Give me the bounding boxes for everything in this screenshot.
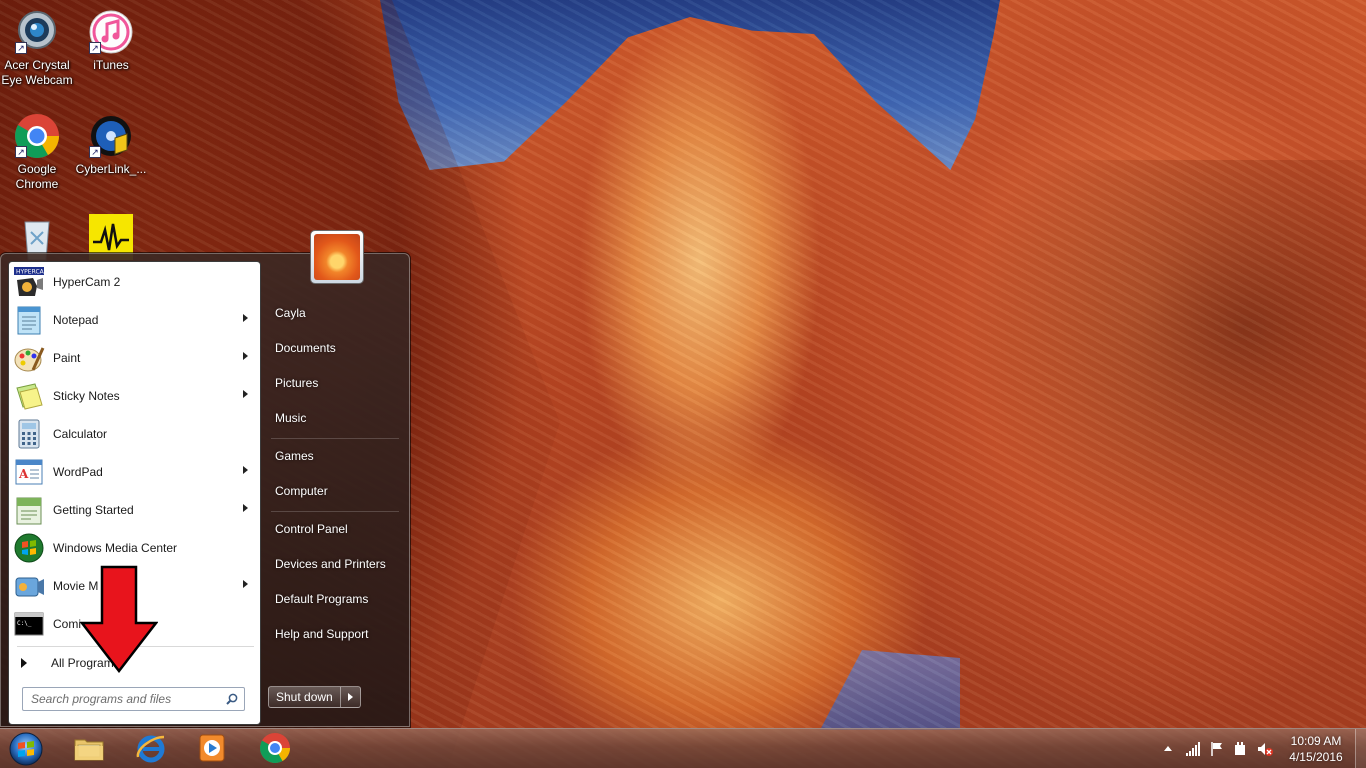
wordpad-icon: A <box>13 456 45 488</box>
program-item-sticky-notes[interactable]: Sticky Notes <box>13 378 258 414</box>
media-player-icon[interactable] <box>195 731 229 765</box>
start-link-label: Devices and Printers <box>275 557 386 571</box>
getting-started-icon <box>13 494 45 526</box>
shutdown-button[interactable]: Shut down <box>268 686 341 708</box>
expand-arrow-icon <box>21 658 27 668</box>
clock-date: 4/15/2016 <box>1289 750 1343 764</box>
start-button[interactable] <box>6 731 46 767</box>
desktop-icon-cyberlink[interactable]: ↗ CyberLink_... <box>74 112 148 177</box>
start-link-computer[interactable]: Computer <box>268 476 404 506</box>
search-input[interactable] <box>31 692 216 706</box>
start-link-devices-printers[interactable]: Devices and Printers <box>268 549 404 579</box>
desktop-icon-label: Google <box>17 162 57 176</box>
taskbar-clock[interactable]: 10:09 AM 4/15/2016 <box>1282 733 1350 765</box>
show-desktop-button[interactable] <box>1355 729 1366 768</box>
start-link-label: Documents <box>275 341 336 355</box>
program-item-hypercam[interactable]: HYPERCAM HyperCam 2 <box>13 264 258 300</box>
desktop-icon-label: Chrome <box>15 177 59 191</box>
submenu-arrow-icon[interactable] <box>243 466 248 474</box>
submenu-arrow-icon[interactable] <box>243 580 248 588</box>
start-link-control-panel[interactable]: Control Panel <box>268 514 404 544</box>
chrome-icon: ↗ <box>13 112 61 160</box>
search-icon[interactable] <box>226 693 238 705</box>
flower-picture-icon <box>314 234 360 280</box>
start-link-label: Control Panel <box>275 522 348 536</box>
desktop-icon-label: Acer Crystal <box>4 58 70 72</box>
start-link-default-programs[interactable]: Default Programs <box>268 584 404 614</box>
desktop-icon-webcam[interactable]: ↗ Acer Crystal Eye Webcam <box>0 8 74 88</box>
submenu-arrow-icon[interactable] <box>243 352 248 360</box>
program-label: Paint <box>53 351 81 365</box>
submenu-arrow-icon[interactable] <box>243 314 248 322</box>
user-account-picture[interactable] <box>310 230 364 284</box>
clock-time: 10:09 AM <box>1290 734 1342 748</box>
start-link-music[interactable]: Music <box>268 403 404 433</box>
program-label: HyperCam 2 <box>53 275 121 289</box>
calculator-icon <box>13 418 45 450</box>
start-menu: HYPERCAM HyperCam 2 Notepad <box>0 230 410 727</box>
desktop-icon-label: Eye Webcam <box>1 73 73 87</box>
sticky-notes-icon <box>13 380 45 412</box>
start-link-label: Pictures <box>275 376 319 390</box>
svg-text:C:\_: C:\_ <box>17 620 32 627</box>
program-label: Sticky Notes <box>53 389 120 403</box>
windows-explorer-icon[interactable] <box>72 731 106 765</box>
start-link-label: Music <box>275 411 307 425</box>
submenu-arrow-icon[interactable] <box>243 390 248 398</box>
start-link-label: Computer <box>275 484 328 498</box>
shutdown-options-button[interactable] <box>340 686 361 708</box>
start-link-label: Default Programs <box>275 592 369 606</box>
action-center-flag-icon[interactable] <box>1209 741 1225 757</box>
desktop-icon-chrome[interactable]: ↗ Google Chrome <box>0 112 74 192</box>
start-link-help-support[interactable]: Help and Support <box>268 619 404 649</box>
desktop-icon-label: iTunes <box>93 58 129 72</box>
media-center-icon <box>13 532 45 564</box>
paint-icon <box>13 342 45 374</box>
svg-text:HYPERCAM: HYPERCAM <box>16 269 45 276</box>
start-link-games[interactable]: Games <box>268 441 404 471</box>
right-pane-separator <box>271 511 399 512</box>
submenu-arrow-icon[interactable] <box>243 504 248 512</box>
right-pane-separator <box>271 438 399 439</box>
show-hidden-icons-icon[interactable] <box>1163 741 1173 757</box>
program-label: WordPad <box>53 465 103 479</box>
program-label: Getting Started <box>53 503 134 517</box>
desktop-icon-itunes[interactable]: ↗ iTunes <box>74 8 148 73</box>
hypercam-icon: HYPERCAM <box>13 266 49 298</box>
start-search-box[interactable] <box>22 687 245 711</box>
power-icon[interactable] <box>1232 741 1248 757</box>
network-signal-icon[interactable] <box>1185 741 1201 757</box>
notepad-icon <box>13 304 45 336</box>
program-label: Windows Media Center <box>53 541 178 555</box>
program-item-wordpad[interactable]: A WordPad <box>13 454 258 490</box>
itunes-icon: ↗ <box>87 8 135 56</box>
webcam-icon: ↗ <box>13 8 61 56</box>
internet-explorer-icon[interactable] <box>134 731 168 765</box>
start-link-label: Cayla <box>275 306 306 320</box>
shutdown-control: Shut down <box>268 686 361 708</box>
desktop-icon-label: CyberLink_... <box>75 162 147 176</box>
program-label: Comi <box>53 617 82 631</box>
volume-muted-icon[interactable] <box>1256 741 1274 757</box>
program-item-media-center[interactable]: Windows Media Center <box>13 530 258 566</box>
start-link-label: Games <box>275 449 314 463</box>
command-prompt-icon: C:\_ <box>13 608 45 640</box>
program-item-calculator[interactable]: Calculator <box>13 416 258 452</box>
red-arrow-annotation-icon <box>80 565 158 673</box>
movie-maker-icon <box>13 570 45 602</box>
svg-text:A: A <box>18 467 29 481</box>
start-link-pictures[interactable]: Pictures <box>268 368 404 398</box>
start-link-user-folder[interactable]: Cayla <box>268 298 404 328</box>
program-label: Calculator <box>53 427 108 441</box>
program-item-getting-started[interactable]: Getting Started <box>13 492 258 528</box>
start-link-documents[interactable]: Documents <box>268 333 404 363</box>
chrome-icon[interactable] <box>258 731 292 765</box>
program-label: Notepad <box>53 313 99 327</box>
start-link-label: Help and Support <box>275 627 369 641</box>
program-item-notepad[interactable]: Notepad <box>13 302 258 338</box>
program-item-paint[interactable]: Paint <box>13 340 258 376</box>
cyberlink-icon: ↗ <box>87 112 135 160</box>
